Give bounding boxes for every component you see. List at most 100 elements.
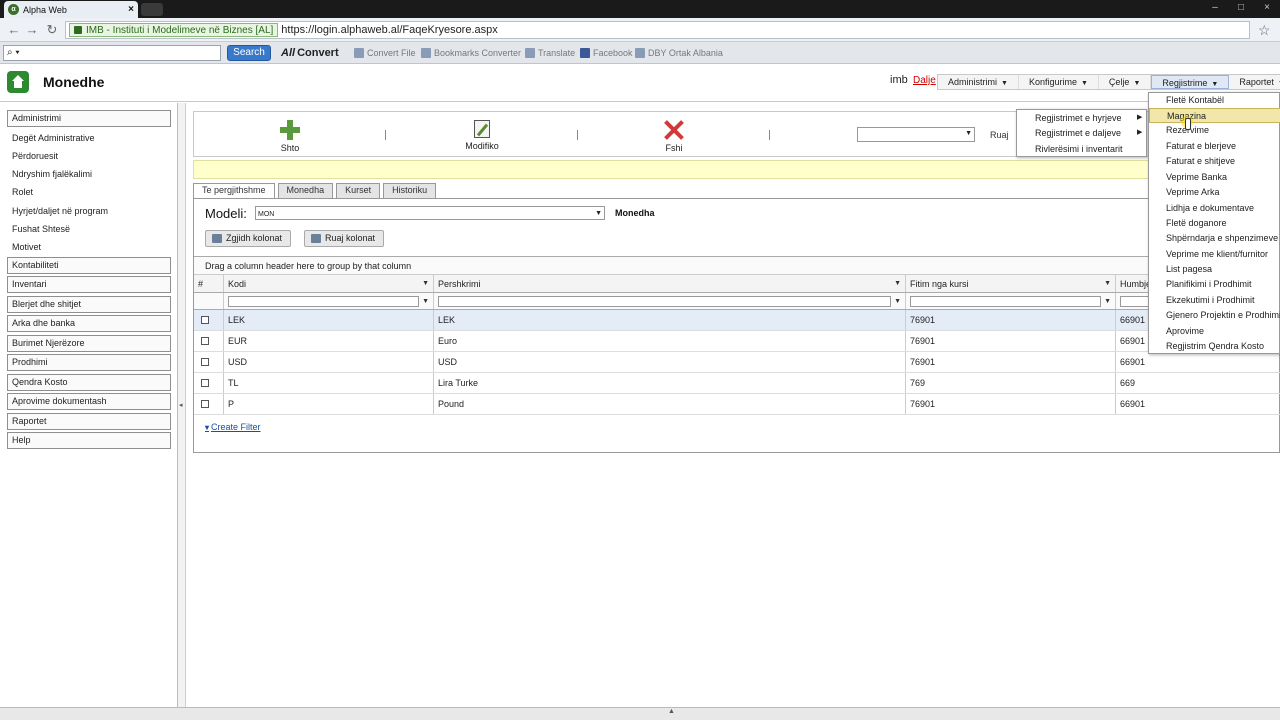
logout-link[interactable]: Dalje bbox=[913, 75, 936, 86]
address-bar[interactable]: IMB - Instituti i Modelimeve në Biznes [… bbox=[65, 21, 1250, 39]
new-tab-button[interactable] bbox=[141, 3, 163, 16]
home-icon[interactable] bbox=[7, 71, 29, 93]
dropdown-item[interactable]: Aprovime bbox=[1149, 324, 1280, 339]
edit-button[interactable]: Modifiko bbox=[452, 120, 512, 151]
filter-icon[interactable]: ▼ bbox=[894, 280, 901, 287]
tab-kurset[interactable]: Kurset bbox=[336, 183, 381, 198]
filter-input-kodi[interactable] bbox=[228, 295, 419, 307]
bookmark-facebook[interactable]: Facebook bbox=[580, 47, 633, 59]
submenu-item-rivleresimi[interactable]: Rivlerësimi i inventarit bbox=[1035, 144, 1123, 154]
window-close-icon[interactable]: × bbox=[1254, 0, 1280, 16]
sidebar-item-deget-administrative[interactable]: Degët Administrative bbox=[12, 133, 95, 143]
sidebar-section-arka-banka[interactable]: Arka dhe banka bbox=[7, 315, 171, 332]
group-by-area[interactable]: Drag a column header here to group by th… bbox=[194, 257, 1280, 275]
bookmark-bookmarks-converter[interactable]: Bookmarks Converter bbox=[421, 47, 521, 59]
sidebar-item-motivet[interactable]: Motivet bbox=[12, 242, 41, 252]
dropdown-item[interactable]: Rezervime bbox=[1149, 123, 1280, 138]
dropdown-item[interactable]: Magazina bbox=[1149, 108, 1280, 123]
toolbar-select[interactable]: ▼ bbox=[857, 127, 975, 142]
filter-icon[interactable]: ▼ bbox=[422, 298, 429, 305]
row-checkbox[interactable] bbox=[201, 400, 209, 408]
menu-regjistrime[interactable]: Regjistrime ▼ bbox=[1151, 75, 1230, 89]
row-checkbox[interactable] bbox=[201, 337, 209, 345]
browser-tab[interactable]: α Alpha Web × bbox=[4, 1, 138, 18]
menu-celje[interactable]: Çelje ▼ bbox=[1099, 75, 1152, 89]
model-select[interactable]: MON ▼ bbox=[255, 206, 605, 220]
choose-columns-button[interactable]: Zgjidh kolonat bbox=[205, 230, 292, 247]
filter-icon[interactable]: ▼ bbox=[894, 298, 901, 305]
bookmark-convert[interactable]: All Convert bbox=[281, 47, 339, 59]
create-filter-link[interactable]: ▾ Create Filter bbox=[205, 422, 261, 432]
sidebar-item-hyrjet-daljet[interactable]: Hyrjet/daljet në program bbox=[12, 206, 108, 216]
sidebar-splitter[interactable]: ◂ bbox=[178, 103, 186, 707]
bookmark-dby[interactable]: DBY Ortak Albania bbox=[635, 47, 723, 59]
menu-konfigurime[interactable]: Konfigurime ▼ bbox=[1019, 75, 1099, 89]
row-checkbox[interactable] bbox=[201, 316, 209, 324]
add-button[interactable]: Shto bbox=[260, 120, 320, 153]
col-header-kodi[interactable]: Kodi ▼ bbox=[224, 275, 434, 292]
security-badge[interactable]: IMB - Instituti i Modelimeve në Biznes [… bbox=[69, 23, 279, 37]
dropdown-item[interactable]: Lidhja e dokumentave bbox=[1149, 201, 1280, 216]
row-checkbox[interactable] bbox=[201, 379, 209, 387]
table-row[interactable]: USD USD 76901 66901 bbox=[194, 352, 1280, 373]
submenu-item-regjistrimet-hyrjeve[interactable]: Regjistrimet e hyrjeve ▶ bbox=[1035, 113, 1142, 123]
tab-te-pergjithshme[interactable]: Te pergjithshme bbox=[193, 183, 275, 199]
sidebar-item-rolet[interactable]: Rolet bbox=[12, 187, 33, 197]
table-row[interactable]: TL Lira Turke 769 669 bbox=[194, 373, 1280, 394]
bookmark-translate[interactable]: Translate bbox=[525, 47, 575, 59]
reload-icon[interactable]: ↻ bbox=[44, 22, 60, 38]
dropdown-item[interactable]: Veprime me klient/furnitor bbox=[1149, 247, 1280, 262]
sidebar-section-blerjet-shitjet[interactable]: Blerjet dhe shitjet bbox=[7, 296, 171, 313]
dropdown-item[interactable]: List pagesa bbox=[1149, 262, 1280, 277]
tab-historiku[interactable]: Historiku bbox=[383, 183, 437, 198]
maximize-icon[interactable]: □ bbox=[1228, 0, 1254, 16]
tab-monedha[interactable]: Monedha bbox=[277, 183, 334, 198]
sidebar-section-inventari[interactable]: Inventari bbox=[7, 276, 171, 293]
filter-input-pershkrimi[interactable] bbox=[438, 295, 891, 307]
forward-arrow-icon[interactable]: → bbox=[24, 22, 40, 38]
sidebar-section-qendra-kosto[interactable]: Qendra Kosto bbox=[7, 374, 171, 391]
dropdown-item[interactable]: Veprime Arka bbox=[1149, 185, 1280, 200]
bookmark-star-icon[interactable]: ☆ bbox=[1258, 22, 1271, 39]
sidebar-section-kontabiliteti[interactable]: Kontabiliteti bbox=[7, 257, 171, 274]
dropdown-item[interactable]: Gjenero Projektin e Prodhimit bbox=[1149, 308, 1280, 323]
dropdown-item[interactable]: Faturat e blerjeve bbox=[1149, 139, 1280, 154]
row-checkbox[interactable] bbox=[201, 358, 209, 366]
menu-administrimi[interactable]: Administrimi ▼ bbox=[938, 75, 1019, 89]
dropdown-item[interactable]: Fletë doganore bbox=[1149, 216, 1280, 231]
filter-icon[interactable]: ▼ bbox=[422, 280, 429, 287]
bookmark-convert-file[interactable]: Convert File bbox=[354, 47, 416, 59]
dropdown-item[interactable]: Ekzekutimi i Prodhimit bbox=[1149, 293, 1280, 308]
toolbar-search-button[interactable]: Search bbox=[227, 45, 271, 61]
close-tab-icon[interactable]: × bbox=[128, 4, 134, 15]
dropdown-item[interactable]: Regjistrim Qendra Kosto bbox=[1149, 339, 1280, 354]
submenu-item-regjistrimet-daljeve[interactable]: Regjistrimet e daljeve ▶ bbox=[1035, 128, 1142, 138]
table-row[interactable]: EUR Euro 76901 66901 bbox=[194, 331, 1280, 352]
table-row[interactable]: LEK LEK 76901 66901 bbox=[194, 310, 1280, 331]
delete-button[interactable]: Fshi bbox=[644, 120, 704, 153]
sidebar-section-help[interactable]: Help bbox=[7, 432, 171, 449]
back-arrow-icon[interactable]: ← bbox=[6, 22, 22, 38]
minimize-icon[interactable]: – bbox=[1202, 0, 1228, 16]
sidebar-section-raportet[interactable]: Raportet bbox=[7, 413, 171, 430]
table-row[interactable]: P Pound 76901 66901 bbox=[194, 394, 1280, 415]
sidebar-section-aprovime[interactable]: Aprovime dokumentash bbox=[7, 393, 171, 410]
dropdown-item[interactable]: Shpërndarja e shpenzimeve bbox=[1149, 231, 1280, 246]
dropdown-item[interactable]: Planifikimi i Prodhimit bbox=[1149, 277, 1280, 292]
sidebar-section-prodhimi[interactable]: Prodhimi bbox=[7, 354, 171, 371]
sidebar-section-administrimi[interactable]: Administrimi bbox=[7, 110, 171, 127]
col-header-fitim[interactable]: Fitim nga kursi ▼ bbox=[906, 275, 1116, 292]
collapse-arrow-icon[interactable]: ◂ bbox=[179, 401, 183, 409]
sidebar-section-burimet-njerezore[interactable]: Burimet Njerëzore bbox=[7, 335, 171, 352]
save-button[interactable]: Ruaj bbox=[990, 130, 1009, 140]
sidebar-item-fushat-shtese[interactable]: Fushat Shtesë bbox=[12, 224, 70, 234]
save-columns-button[interactable]: Ruaj kolonat bbox=[304, 230, 385, 247]
filter-input-fitim[interactable] bbox=[910, 295, 1101, 307]
dropdown-item[interactable]: Veprime Banka bbox=[1149, 170, 1280, 185]
col-header-index[interactable]: # bbox=[194, 275, 224, 292]
col-header-pershkrimi[interactable]: Pershkrimi ▼ bbox=[434, 275, 906, 292]
filter-icon[interactable]: ▼ bbox=[1104, 298, 1111, 305]
filter-icon[interactable]: ▼ bbox=[1104, 280, 1111, 287]
sidebar-item-ndryshim-fjalekalimi[interactable]: Ndryshim fjalëkalimi bbox=[12, 169, 92, 179]
dropdown-item[interactable]: Faturat e shitjeve bbox=[1149, 154, 1280, 169]
